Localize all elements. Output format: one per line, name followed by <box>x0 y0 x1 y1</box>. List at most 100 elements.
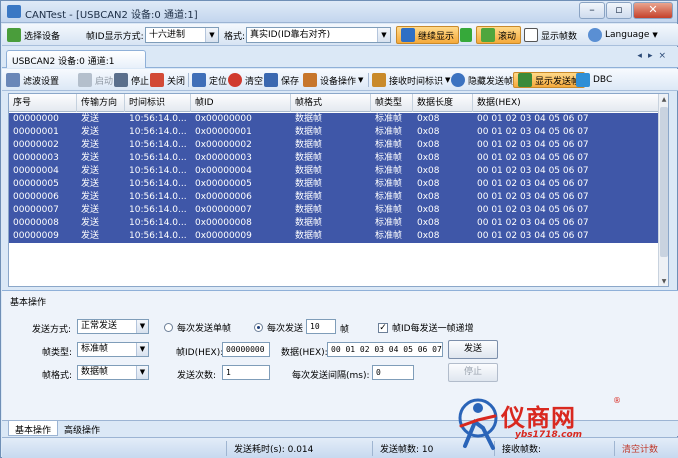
table-cell: 数据帧 <box>295 218 323 228</box>
recv-time-menu[interactable]: 接收时间标识 ▼ <box>372 72 450 88</box>
frame-format-select[interactable]: 数据帧 ▼ <box>77 365 149 380</box>
column-header[interactable]: 数据(HEX) <box>473 94 659 112</box>
frame-id-input[interactable]: 00000000 <box>222 342 270 357</box>
tab-navigation[interactable]: ◂▸× <box>637 51 672 61</box>
stop-button[interactable]: 停止 <box>114 72 149 88</box>
format-select[interactable]: 真实ID(ID靠右对齐) ▼ <box>246 27 391 43</box>
table-row[interactable]: 00000007 发送 10:56:14.0... 0x00000007 数据帧 标准帧 0… <box>9 204 659 217</box>
table-cell: 发送 <box>81 127 100 137</box>
column-header[interactable]: 数据长度 <box>413 94 473 112</box>
table-cell: 00 01 02 03 04 05 06 07 <box>477 218 589 228</box>
chevron-down-icon: ▼ <box>136 366 148 379</box>
send-times-input[interactable]: 1 <box>222 365 270 380</box>
filter-settings-button[interactable]: 滤波设置 <box>6 72 59 88</box>
scroll-button[interactable]: 滚动 <box>476 26 522 44</box>
interval-input[interactable]: 0 <box>372 365 414 380</box>
vertical-scrollbar[interactable]: ▲ ▼ <box>658 94 668 286</box>
maximize-button[interactable]: ▫ <box>606 2 632 19</box>
table-row[interactable]: 00000003 发送 10:56:14.0... 0x00000003 数据帧 标准帧 0… <box>9 152 659 165</box>
table-cell: 0x08 <box>417 153 440 163</box>
column-header[interactable]: 传输方向 <box>77 94 125 112</box>
frame-id-label: 帧ID(HEX): <box>176 348 224 358</box>
scrollbar-thumb[interactable] <box>660 107 668 257</box>
table-cell: 00000009 <box>13 231 59 241</box>
table-cell: 0x00000002 <box>195 140 252 150</box>
send-time-status: 发送耗时(s): 0.014 <box>234 445 314 455</box>
each-send-count-input[interactable]: 10 <box>306 319 336 334</box>
table-row[interactable]: 00000002 发送 10:56:14.0... 0x00000002 数据帧 标准帧 0… <box>9 139 659 152</box>
send-mode-select[interactable]: 正常发送 ▼ <box>77 319 149 334</box>
toolbar-divider <box>368 73 369 87</box>
document-icon <box>524 28 538 42</box>
clear-button[interactable]: 清空 <box>228 72 263 88</box>
frame-table[interactable]: 序号 传输方向 时间标识 帧ID 帧格式 帧类型 数据长度 数据(HEX) 00000000 发… <box>8 93 669 287</box>
window-title: CANTest - [USBCAN2 设备:0 通道:1] <box>25 10 198 21</box>
device-operation-menu[interactable]: 设备操作 ▼ <box>303 72 363 88</box>
table-cell: 10:56:14.0... <box>129 179 187 189</box>
close-button[interactable]: ✕ <box>633 2 673 19</box>
table-cell: 0x00000000 <box>195 114 252 124</box>
table-row[interactable]: 00000009 发送 10:56:14.0... 0x00000009 数据帧 标准帧 0… <box>9 230 659 243</box>
table-cell: 数据帧 <box>295 166 323 176</box>
stop-send-button[interactable]: 停止 <box>448 363 498 382</box>
frame-type-select[interactable]: 标准帧 ▼ <box>77 342 149 357</box>
locate-button[interactable]: 定位 <box>192 72 227 88</box>
table-cell: 0x00000005 <box>195 179 252 189</box>
select-device-button[interactable]: 选择设备 <box>7 26 60 44</box>
table-cell: 标准帧 <box>375 166 403 176</box>
show-frame-count-button[interactable]: 显示帧数 <box>524 26 577 44</box>
check-icon: ✓ <box>378 322 388 333</box>
pause-icon <box>460 28 472 42</box>
id-mode-select[interactable]: 十六进制 ▼ <box>145 27 219 43</box>
table-row[interactable]: 00000006 发送 10:56:14.0... 0x00000006 数据帧 标准帧 0… <box>9 191 659 204</box>
table-cell: 0x08 <box>417 218 440 228</box>
close-channel-button[interactable]: 关闭 <box>150 72 185 88</box>
table-row[interactable]: 00000008 发送 10:56:14.0... 0x00000008 数据帧 标准帧 0… <box>9 217 659 230</box>
dbc-button[interactable]: DBC <box>576 72 612 88</box>
table-cell: 00 01 02 03 04 05 06 07 <box>477 231 589 241</box>
table-cell: 发送 <box>81 153 100 163</box>
watermark-figure-icon <box>458 398 498 450</box>
table-cell: 标准帧 <box>375 192 403 202</box>
pause-button[interactable] <box>460 26 475 44</box>
table-cell: 10:56:14.0... <box>129 127 187 137</box>
data-input[interactable]: 00 01 02 03 04 05 06 07 <box>327 342 443 357</box>
clock-icon <box>372 73 386 87</box>
table-cell: 00 01 02 03 04 05 06 07 <box>477 153 589 163</box>
id-increment-checkbox[interactable]: ✓ 帧ID每发送一帧递增 <box>378 321 474 334</box>
column-header[interactable]: 帧类型 <box>371 94 413 112</box>
stop-icon <box>114 73 128 87</box>
app-window: CANTest - [USBCAN2 设备:0 通道:1] – ▫ ✕ 选择设备… <box>0 0 678 458</box>
table-row[interactable]: 00000001 发送 10:56:14.0... 0x00000001 数据帧 标准帧 0… <box>9 126 659 139</box>
main-toolbar: 选择设备 帧ID显示方式: 十六进制 ▼ 格式: 真实ID(ID靠右对齐) ▼ … <box>2 24 678 46</box>
hide-sent-button[interactable]: 隐藏发送帧 <box>451 72 513 88</box>
send-button[interactable]: 发送 <box>448 340 498 359</box>
tab-usbcan2[interactable]: USBCAN2 设备:0 通道:1 <box>6 50 146 68</box>
continue-display-button[interactable]: 继续显示 <box>396 26 460 44</box>
column-header[interactable]: 序号 <box>9 94 77 112</box>
window-controls: – ▫ ✕ <box>578 2 673 19</box>
scroll-up-icon[interactable]: ▲ <box>659 94 668 105</box>
table-row[interactable]: 00000004 发送 10:56:14.0... 0x00000004 数据帧 标准帧 0… <box>9 165 659 178</box>
start-button[interactable]: 启动 <box>78 72 113 88</box>
table-row[interactable]: 00000000 发送 10:56:14.0... 0x00000000 数据帧 标准帧 0… <box>9 113 659 126</box>
tab-advanced-operation[interactable]: 高级操作 <box>58 421 106 436</box>
column-header[interactable]: 帧ID <box>191 94 291 112</box>
save-button[interactable]: 保存 <box>264 72 299 88</box>
column-header[interactable]: 时间标识 <box>125 94 191 112</box>
table-cell: 0x00000007 <box>195 205 252 215</box>
chevron-down-icon: ▼ <box>136 320 148 333</box>
document-tabbar: USBCAN2 设备:0 通道:1 ◂▸× <box>2 47 678 68</box>
show-sent-button[interactable]: 显示发送帧 <box>513 72 586 88</box>
minimize-button[interactable]: – <box>579 2 605 19</box>
language-menu[interactable]: Language ▼ <box>588 26 658 44</box>
scroll-down-icon[interactable]: ▼ <box>659 276 668 286</box>
watermark-url: ybs1718.com <box>515 430 583 440</box>
tab-basic-operation[interactable]: 基本操作 <box>8 421 59 436</box>
table-row[interactable]: 00000005 发送 10:56:14.0... 0x00000005 数据帧 标准帧 0… <box>9 178 659 191</box>
each-send-radio[interactable]: 每次发送 <box>254 321 303 334</box>
table-cell: 00 01 02 03 04 05 06 07 <box>477 140 589 150</box>
single-send-radio[interactable]: 每次发送单帧 <box>164 321 231 334</box>
table-cell: 10:56:14.0... <box>129 153 187 163</box>
column-header[interactable]: 帧格式 <box>291 94 371 112</box>
